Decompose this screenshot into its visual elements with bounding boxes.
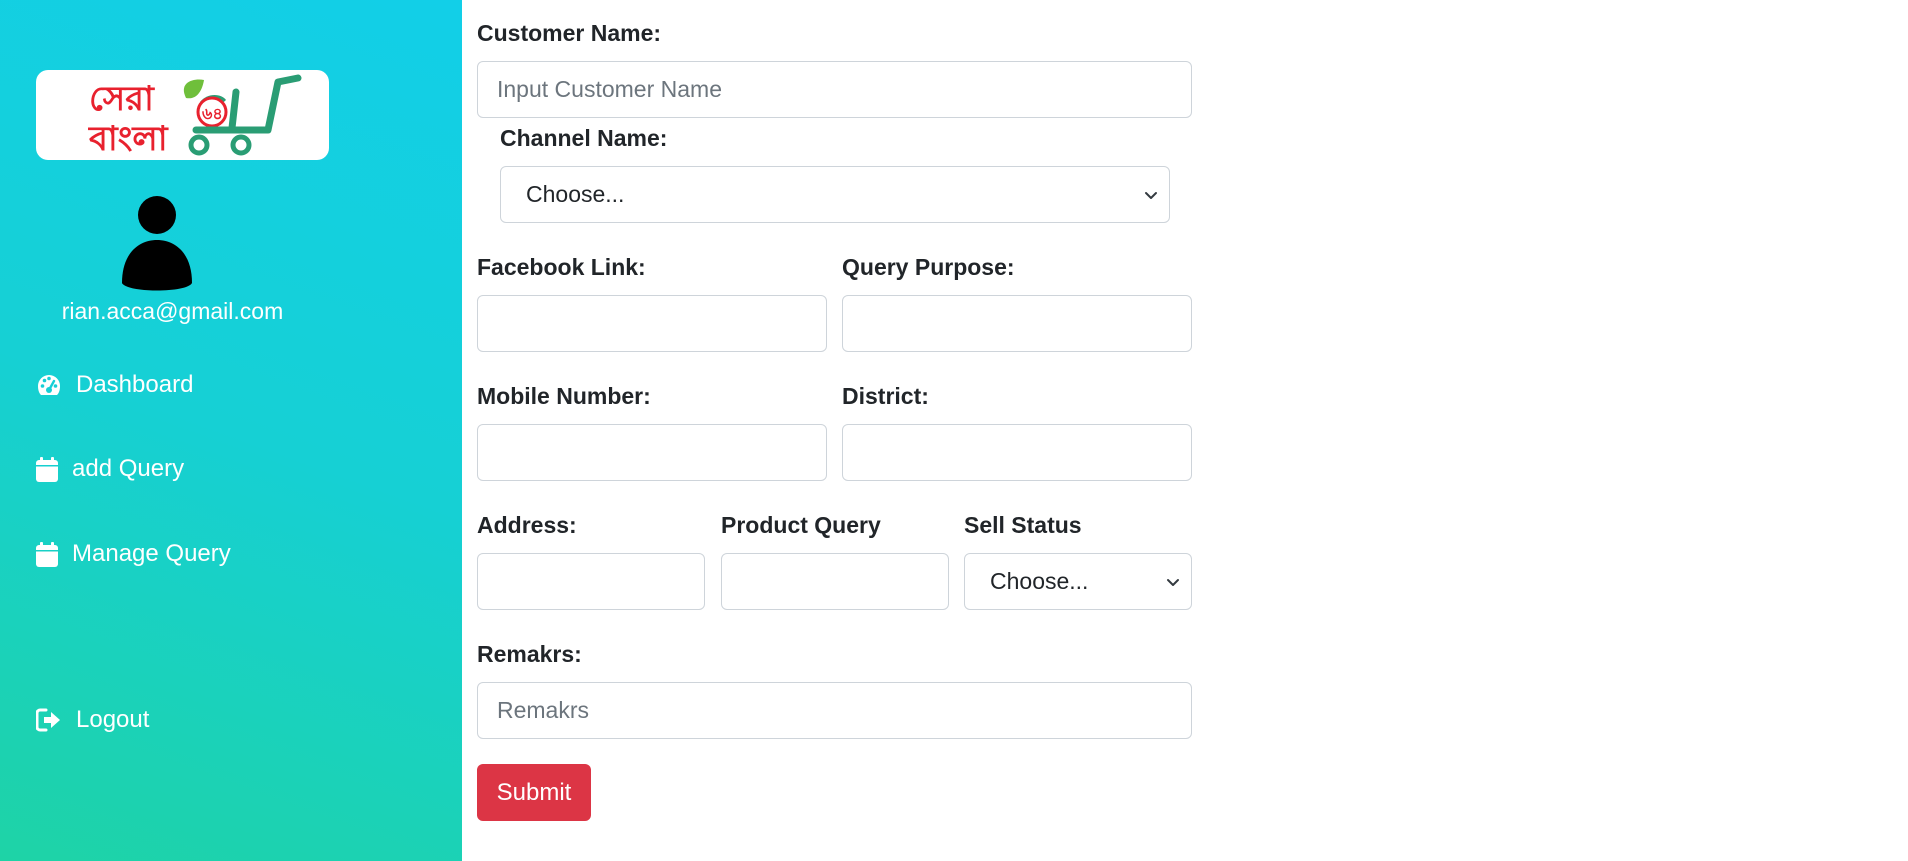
nav-add-query[interactable]: add Query <box>36 455 184 483</box>
facebook-link-label: Facebook Link: <box>477 254 646 280</box>
query-purpose-input[interactable] <box>842 295 1192 352</box>
address-input[interactable] <box>477 553 705 610</box>
calendar-icon <box>36 456 58 482</box>
user-avatar-icon <box>117 195 197 295</box>
product-query-input[interactable] <box>721 553 949 610</box>
customer-name-label: Customer Name: <box>477 20 662 46</box>
svg-text:৬৪: ৬৪ <box>202 104 223 123</box>
nav-dashboard-label: Dashboard <box>76 371 194 398</box>
channel-name-selected: Choose... <box>526 181 625 207</box>
district-input[interactable] <box>842 424 1192 481</box>
remarks-input[interactable] <box>477 682 1192 739</box>
address-label: Address: <box>477 512 577 538</box>
nav-logout[interactable]: Logout <box>36 706 149 734</box>
sell-status-select[interactable]: Choose... <box>964 553 1192 610</box>
sell-status-label: Sell Status <box>964 512 1082 538</box>
sell-status-selected: Choose... <box>990 568 1089 594</box>
channel-name-label: Channel Name: <box>500 125 668 151</box>
nav-logout-label: Logout <box>76 706 150 733</box>
mobile-number-label: Mobile Number: <box>477 383 651 409</box>
facebook-link-input[interactable] <box>477 295 827 352</box>
district-label: District: <box>842 383 929 409</box>
product-query-label: Product Query <box>721 512 881 538</box>
nav-manage-query-label: Manage Query <box>72 540 231 567</box>
svg-text:সেরা: সেরা <box>89 79 155 119</box>
sidebar: সেরা বাংলা ৬৪ rian.acca@gmail.com Dashbo… <box>0 0 462 861</box>
mobile-number-input[interactable] <box>477 424 827 481</box>
calendar-icon <box>36 541 58 567</box>
nav-manage-query[interactable]: Manage Query <box>36 540 231 568</box>
brand-logo[interactable]: সেরা বাংলা ৬৪ <box>36 70 329 160</box>
customer-name-input[interactable] <box>477 61 1192 118</box>
cart-logo-icon: সেরা বাংলা ৬৪ <box>88 74 302 159</box>
query-purpose-label: Query Purpose: <box>842 254 1015 280</box>
chevron-down-icon <box>1167 579 1179 586</box>
chevron-down-icon <box>1145 192 1157 199</box>
dashboard-gauge-icon <box>36 372 62 398</box>
logout-icon <box>36 707 62 733</box>
svg-text:বাংলা: বাংলা <box>88 119 169 159</box>
user-email: rian.acca@gmail.com <box>61 298 284 324</box>
nav-add-query-label: add Query <box>72 455 185 482</box>
channel-name-select[interactable]: Choose... <box>500 166 1170 223</box>
remarks-label: Remakrs: <box>477 641 582 667</box>
nav-dashboard[interactable]: Dashboard <box>36 371 193 399</box>
submit-button[interactable]: Submit <box>477 764 591 821</box>
